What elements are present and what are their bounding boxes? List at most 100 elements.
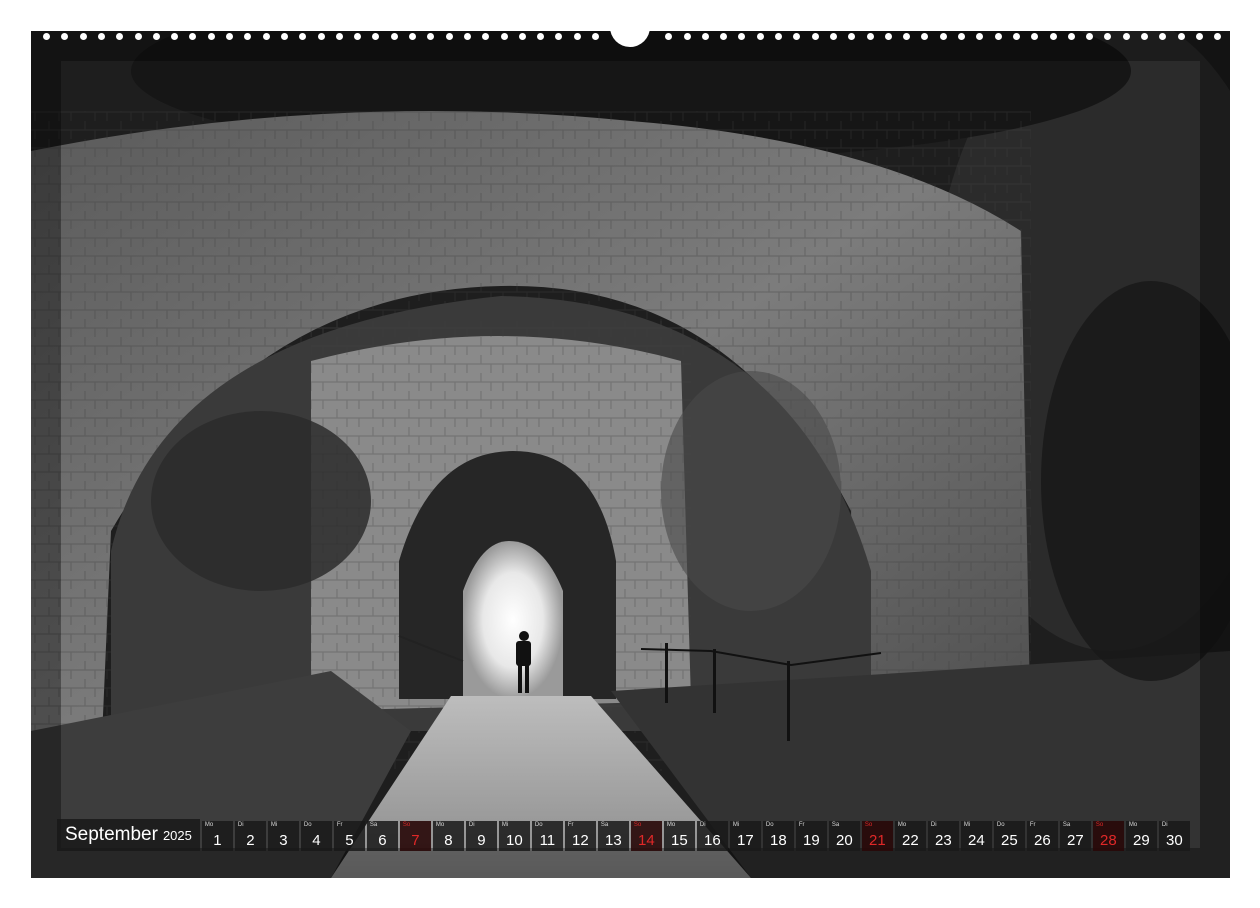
day-number: 28 [1100,832,1117,849]
day-cell: Sa 27 [1059,821,1091,851]
weekday-label: Sa [369,822,378,828]
weekday-label: Sa [600,822,609,828]
day-cell: Fr 19 [795,821,827,851]
day-number: 27 [1067,832,1084,849]
weekday-label: So [633,822,642,828]
weekday-label: Mi [963,822,971,828]
weekday-label: Di [930,822,937,828]
binding-hole [152,33,160,40]
binding-hole [372,33,380,40]
weekday-label: Fr [798,822,805,828]
weekday-label: Fr [1029,822,1036,828]
day-number: 23 [935,832,952,849]
binding-hole [1177,33,1185,40]
binding-hole [738,33,746,40]
binding-hole [482,33,490,40]
days-row: Mo 1 Di 2 Mi 3 Do 4 Fr 5 Sa 6 So 7 Mo 8 Di 9 Mi 10 Do 11 Fr 12 S… [201,819,1192,853]
binding-hole [756,33,764,40]
binding-hole [335,33,343,40]
weekday-label: Mi [732,822,740,828]
binding-hole [354,33,362,40]
day-cell: Do 4 [300,821,332,851]
day-cell: Fr 12 [564,821,596,851]
stone-archway-photo [31,31,1230,878]
binding-hole [134,33,142,40]
binding-hole [775,33,782,40]
binding-hole [500,33,508,40]
day-cell: So 7 [399,821,431,851]
weekday-label: Mo [1128,822,1138,828]
day-number: 16 [704,832,721,849]
weekday-label: Di [1161,822,1168,828]
binding-hole [1067,33,1075,40]
day-number: 9 [477,832,486,849]
day-number: 19 [803,832,820,849]
day-cell: Mo 15 [663,821,695,851]
day-number: 26 [1034,832,1051,849]
binding-hole [427,33,435,40]
day-cell: Di 16 [696,821,728,851]
weekday-label: Sa [1062,822,1071,828]
day-number: 25 [1001,832,1018,849]
binding-hole [720,33,728,40]
day-number: 13 [605,832,622,849]
weekday-label: Di [699,822,706,828]
weekday-label: Mo [204,822,214,828]
month-year: 2025 [162,827,192,843]
weekday-label: Mo [666,822,676,828]
weekday-label: Di [237,822,244,828]
day-cell: Mo 29 [1125,821,1157,851]
day-number: 20 [836,832,853,849]
binding-hole [171,33,179,40]
day-cell: Mo 1 [201,821,233,851]
day-cell: Sa 20 [828,821,860,851]
binding-hole [1195,33,1203,40]
day-number: 6 [378,832,387,849]
binding-hole [226,33,233,40]
day-number: 15 [671,832,688,849]
day-cell: Fr 5 [333,821,365,851]
day-number: 10 [506,832,523,849]
day-cell: Di 30 [1158,821,1190,851]
binding-hole [1104,33,1112,40]
day-cell: Di 2 [234,821,266,851]
binding-hole [903,33,911,40]
day-cell: Fr 26 [1026,821,1058,851]
binding-hole [1049,33,1057,40]
day-number: 4 [312,832,321,849]
day-cell: Mo 22 [894,821,926,851]
binding-hole [116,33,124,40]
binding-hole [1122,33,1130,40]
binding-hole [866,33,874,40]
weekday-label: Do [303,822,312,828]
binding-hole [884,33,892,40]
weekday-label: Di [468,822,475,828]
day-cell: Di 9 [465,821,497,851]
weekday-label: Fr [336,822,343,828]
day-cell: Mo 8 [432,821,464,851]
day-cell: Di 23 [927,821,959,851]
binding-hole [43,33,50,40]
binding-hole [97,33,105,40]
binding-hole [262,33,270,40]
binding-hole [280,33,288,40]
binding-hole [1031,33,1039,40]
weekday-label: Do [534,822,543,828]
binding-hole [1214,33,1222,40]
calendar-photo [31,31,1230,878]
binding-hole [61,33,69,40]
day-cell: So 14 [630,821,662,851]
day-number: 30 [1166,832,1183,849]
weekday-label: Mo [435,822,445,828]
day-cell: Mi 10 [498,821,530,851]
day-number: 3 [279,832,288,849]
binding-hole [1086,33,1094,40]
day-number: 12 [572,832,589,849]
binding-hole [244,33,252,40]
binding-hole [793,33,801,40]
day-number: 7 [411,832,420,849]
binding-hole [317,33,325,40]
binding-hole [299,33,307,40]
day-number: 14 [638,832,655,849]
binding-hole [994,33,1002,40]
